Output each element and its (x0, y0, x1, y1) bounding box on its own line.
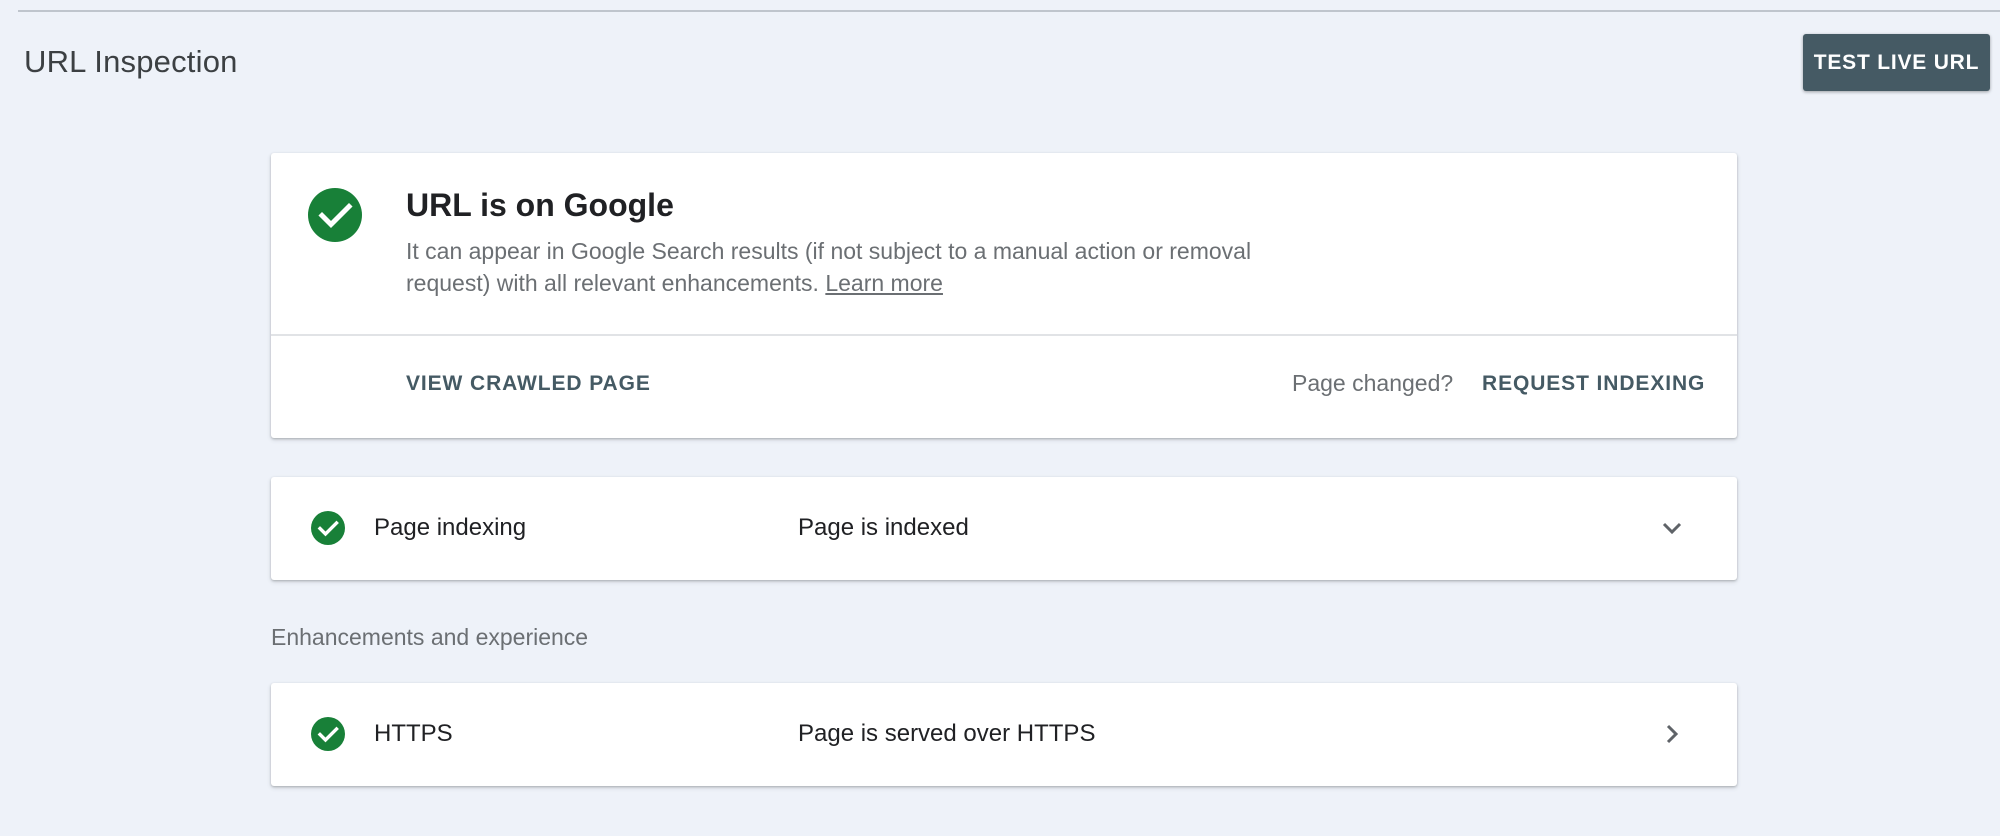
index-status-card: URL is on Google It can appear in Google… (271, 153, 1737, 438)
status-summary: URL is on Google It can appear in Google… (271, 153, 1737, 336)
chevron-down-icon[interactable] (1659, 515, 1685, 541)
https-label: HTTPS (374, 720, 453, 747)
status-actions: VIEW CRAWLED PAGE Page changed? REQUEST … (271, 336, 1737, 438)
check-circle-icon (311, 511, 345, 545)
status-description: It can appear in Google Search results (… (406, 235, 1336, 299)
url-inspection-page: URL Inspection TEST LIVE URL URL is on G… (0, 0, 2000, 836)
enhancements-section-label: Enhancements and experience (271, 624, 589, 650)
chevron-right-icon[interactable] (1659, 721, 1685, 747)
page-indexing-label: Page indexing (374, 514, 527, 541)
page-title: URL Inspection (24, 44, 238, 79)
page-indexing-row[interactable]: Page indexing Page is indexed (271, 477, 1737, 580)
learn-more-link[interactable]: Learn more (825, 270, 943, 296)
page-changed-text: Page changed? (1292, 370, 1454, 396)
status-heading: URL is on Google (406, 187, 674, 223)
view-crawled-page-button[interactable]: VIEW CRAWLED PAGE (406, 372, 651, 396)
check-circle-icon (308, 188, 362, 242)
https-value: Page is served over HTTPS (798, 720, 1096, 747)
check-circle-icon (311, 717, 345, 751)
https-row[interactable]: HTTPS Page is served over HTTPS (271, 683, 1737, 786)
top-divider (18, 10, 2000, 12)
request-indexing-button[interactable]: REQUEST INDEXING (1482, 372, 1705, 396)
page-indexing-value: Page is indexed (798, 514, 969, 541)
test-live-url-button[interactable]: TEST LIVE URL (1803, 34, 1990, 91)
